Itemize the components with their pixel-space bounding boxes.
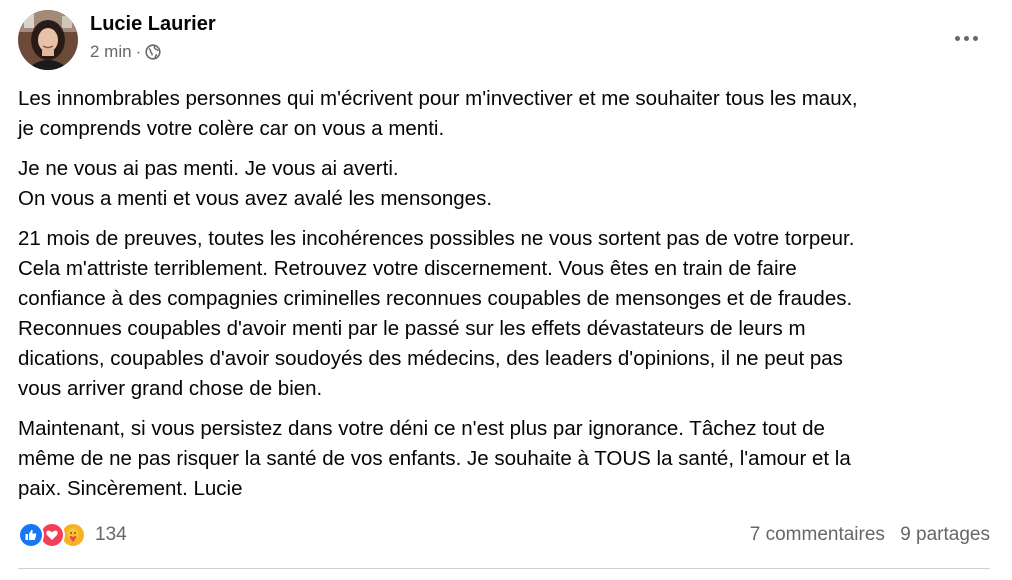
comments-count-link[interactable]: 7 commentaires — [750, 524, 885, 545]
post-meta: 2 min · — [90, 42, 161, 62]
more-dot-icon — [963, 35, 969, 41]
author-name[interactable]: Lucie Laurier — [90, 13, 216, 36]
reaction-count: 134 — [95, 524, 127, 545]
globe-icon — [145, 44, 161, 60]
meta-separator: · — [135, 42, 142, 61]
like-icon — [18, 522, 44, 548]
more-dot-icon — [954, 35, 960, 41]
post-paragraph: Les innombrables personnes qui m'écriven… — [18, 87, 858, 140]
more-options-button[interactable] — [946, 24, 986, 52]
post-content: Les innombrables personnes qui m'écriven… — [18, 84, 993, 514]
post-footer: 134 7 commentaires 9 partages — [18, 520, 990, 554]
post-header: Lucie Laurier 2 min · — [18, 10, 994, 72]
post-card: Lucie Laurier 2 min · Les innombrables p… — [0, 0, 1012, 580]
post-paragraph: Maintenant, si vous persistez dans votre… — [18, 417, 851, 500]
avatar[interactable] — [18, 10, 78, 70]
shares-count-link[interactable]: 9 partages — [900, 524, 990, 545]
avatar-image — [18, 10, 78, 70]
post-paragraph: 21 mois de preuves, toutes les incohéren… — [18, 227, 855, 400]
post-stats: 7 commentaires 9 partages — [750, 524, 990, 546]
divider — [18, 568, 990, 569]
more-dot-icon — [972, 35, 978, 41]
post-paragraph: Je ne vous ai pas menti. Je vous ai aver… — [18, 157, 493, 210]
reaction-summary[interactable]: 134 — [18, 522, 127, 548]
post-timestamp[interactable]: 2 min — [90, 42, 132, 62]
